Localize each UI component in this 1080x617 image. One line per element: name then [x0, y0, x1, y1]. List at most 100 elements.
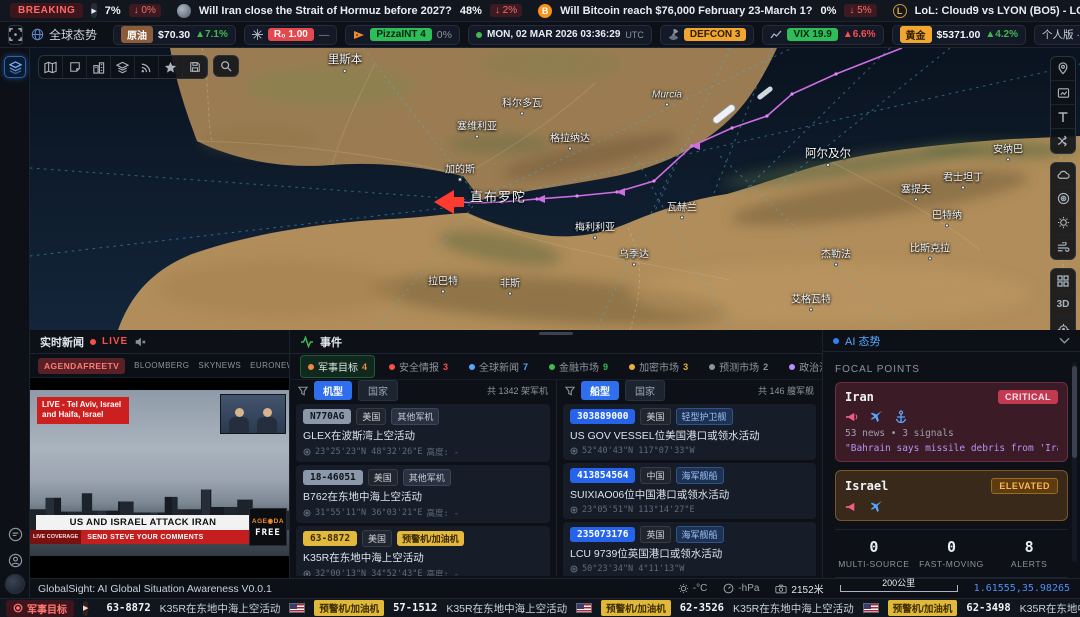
- tab-prediction[interactable]: 预测市场2: [702, 356, 775, 377]
- vessel-row[interactable]: 413854564中国海军舰船SUIXIAO06位中国港口或领水活动 23°05…: [563, 463, 816, 519]
- prediction-markets-ticker: BREAKING ▶ 7% ↓ 0% Will Iran close the S…: [0, 0, 1080, 22]
- app-header: 全球态势 原油 $70.30 ▲7.1% R₀ 1.00 — PizzaINT …: [0, 22, 1080, 48]
- stat-multi-source: 0MULTI-SOURCE: [835, 538, 913, 569]
- ticker-callsign: 62-3526: [680, 602, 724, 614]
- vessel-row[interactable]: 235073176英国海军舰船LCU 9739位英国港口或领水活动 50°23'…: [563, 522, 816, 576]
- focal-card-iran[interactable]: Iran CRITICAL 53 news • 3 signals "Bahra…: [835, 382, 1068, 462]
- scrollbar-thumb[interactable]: [1072, 366, 1077, 458]
- daynight-layer-button[interactable]: [1051, 211, 1075, 235]
- plan-badge[interactable]: 个人版 · 26天: [1034, 25, 1080, 45]
- map-scale-bar: 200公里: [840, 585, 958, 592]
- scrollbar[interactable]: [1072, 362, 1077, 562]
- camera-altitude-readout: 2152米: [775, 581, 823, 596]
- infrastructure-button[interactable]: [87, 56, 111, 78]
- favorites-button[interactable]: [159, 56, 183, 78]
- event-title: K35R在东地中海上空活动: [303, 550, 424, 565]
- focal-card-israel[interactable]: Israel ELEVATED: [835, 470, 1068, 521]
- target-icon: [13, 603, 23, 613]
- locate-button[interactable]: [1051, 317, 1075, 330]
- radar-layer-button[interactable]: [1051, 187, 1075, 211]
- aircraft-icon[interactable]: [870, 500, 883, 513]
- shuffle-routes-button[interactable]: [1051, 129, 1075, 153]
- avatar[interactable]: [5, 574, 25, 594]
- tab-global-news[interactable]: 全球新闻7: [462, 356, 535, 377]
- map-search-button[interactable]: [213, 55, 239, 77]
- gold-indicator[interactable]: 黄金 $5371.00 ▲4.2%: [892, 25, 1027, 45]
- callsign-badge: N770AG: [303, 409, 351, 424]
- megaphone-icon[interactable]: [845, 411, 858, 423]
- market-question[interactable]: LoL: Cloud9 vs LYON (BO5) - LCS Lock In …: [915, 5, 1080, 17]
- r0-indicator[interactable]: R₀ 1.00 —: [244, 25, 337, 45]
- text-tool-button[interactable]: [1051, 105, 1075, 129]
- divider: [835, 529, 1068, 530]
- app-version-label: GlobalSight: AI Global Situation Awarene…: [38, 583, 272, 595]
- ticker-text[interactable]: K35R在东地中海上空活动: [733, 601, 854, 616]
- tab-skynews[interactable]: SKYNEWS: [198, 361, 241, 370]
- type-badge: 海军舰船: [676, 467, 724, 484]
- ticker-text[interactable]: K35R在东地中海上空活动: [160, 601, 281, 616]
- situation-map[interactable]: 里斯本 科尔多瓦 塞维利亚 格拉纳达 Murcia 加的斯 直布罗陀 梅利利亚 …: [30, 48, 1080, 330]
- ticker-text[interactable]: K35R在东地中海上空活动: [446, 601, 567, 616]
- map-city-label: 比斯克拉: [910, 240, 950, 261]
- signals-button[interactable]: [135, 56, 159, 78]
- save-button[interactable]: [183, 56, 207, 78]
- collapse-chevron-icon[interactable]: [1059, 337, 1070, 344]
- tab-security[interactable]: 安全情报3: [382, 356, 455, 377]
- pressure-readout: -hPa: [723, 583, 759, 594]
- vessel-row[interactable]: 303889000美国轻型护卫舰US GOV VESSEL位美国港口或领水活动 …: [563, 404, 816, 460]
- 3d-toggle-button[interactable]: 3D: [1051, 293, 1075, 317]
- aircraft-row[interactable]: N770AG美国其他军机GLEX在波斯湾上空活动 23°25'23"N 48°3…: [296, 404, 550, 462]
- market-question[interactable]: Will Iran close the Strait of Hormuz bef…: [199, 5, 452, 17]
- layers-button[interactable]: [111, 56, 135, 78]
- aircraft-row[interactable]: 63-8872美国预警机/加油机K35R在东地中海上空活动 32°00'13"N…: [296, 526, 550, 576]
- market-question[interactable]: Will Bitcoin reach $76,000 February 23-M…: [560, 5, 812, 17]
- map-city-label: 加的斯: [445, 161, 475, 182]
- map-city-label: 杰勒法: [821, 246, 851, 267]
- tab-crypto[interactable]: 加密市场3: [622, 356, 695, 377]
- event-title: US GOV VESSEL位美国港口或领水活动: [570, 428, 760, 443]
- scan-logo-icon[interactable]: [8, 25, 23, 45]
- country-badge: 美国: [640, 408, 670, 425]
- ticker-category-badge[interactable]: 军事目标: [6, 600, 74, 617]
- ticker-play-button[interactable]: ▶: [91, 3, 96, 18]
- frame-button[interactable]: [1051, 81, 1075, 105]
- ticker-play-button[interactable]: ▶: [83, 601, 88, 616]
- weather-layer-button[interactable]: [1051, 163, 1075, 187]
- speaker-muted-icon[interactable]: [134, 336, 146, 348]
- chat-button[interactable]: [5, 524, 25, 544]
- ticker-text[interactable]: K35R在东地中海上空活动: [1020, 601, 1080, 616]
- annotation-button[interactable]: [63, 56, 87, 78]
- basemap-button[interactable]: [39, 56, 63, 78]
- wind-layer-button[interactable]: [1051, 235, 1075, 259]
- defcon-indicator[interactable]: DEFCON 3: [660, 25, 755, 45]
- megaphone-icon[interactable]: [845, 501, 858, 513]
- tab-bloomberg[interactable]: BLOOMBERG: [134, 361, 189, 370]
- altitude: 高度: -: [426, 568, 458, 576]
- aircraft-icon[interactable]: [870, 410, 883, 423]
- market-delta: ↓ 2%: [490, 4, 522, 17]
- tab-military[interactable]: 军事目标4: [300, 355, 375, 378]
- global-layers-button[interactable]: [4, 56, 26, 78]
- user-button[interactable]: [5, 550, 25, 570]
- app-title-wrap: 全球态势: [31, 26, 97, 43]
- live-video-player[interactable]: LIVE - Tel Aviv, Israel and Haifa, Israe…: [30, 378, 289, 578]
- country-badge: 美国: [356, 408, 386, 425]
- panel-drag-handle[interactable]: [539, 332, 573, 335]
- filter-by-shiptype[interactable]: 船型: [581, 381, 619, 400]
- grid-view-button[interactable]: [1051, 269, 1075, 293]
- tab-politics[interactable]: 政治治理4: [782, 356, 822, 377]
- anchor-icon[interactable]: [895, 410, 907, 423]
- vix-indicator[interactable]: VIX 19.9 ▲6.6%: [762, 25, 883, 45]
- event-title: GLEX在波斯湾上空活动: [303, 428, 415, 443]
- cursor-coordinates: 1.61555,35.98265: [974, 583, 1070, 594]
- tab-euronews[interactable]: EURONEWS: [250, 361, 289, 370]
- oil-indicator[interactable]: 原油 $70.30 ▲7.1%: [113, 25, 236, 45]
- filter-by-type[interactable]: 机型: [314, 381, 352, 400]
- tab-financial[interactable]: 金融市场9: [542, 356, 615, 377]
- tab-agendafreetv[interactable]: AGENDAFREETV: [38, 358, 125, 374]
- aircraft-row[interactable]: 18-46051美国其他军机B762在东地中海上空活动 31°55'11"N 3…: [296, 465, 550, 523]
- pizzaint-indicator[interactable]: PizzaINT 4 0%: [345, 25, 460, 45]
- add-pin-button[interactable]: [1051, 57, 1075, 81]
- filter-by-country[interactable]: 国家: [358, 380, 398, 401]
- filter-by-country[interactable]: 国家: [625, 380, 665, 401]
